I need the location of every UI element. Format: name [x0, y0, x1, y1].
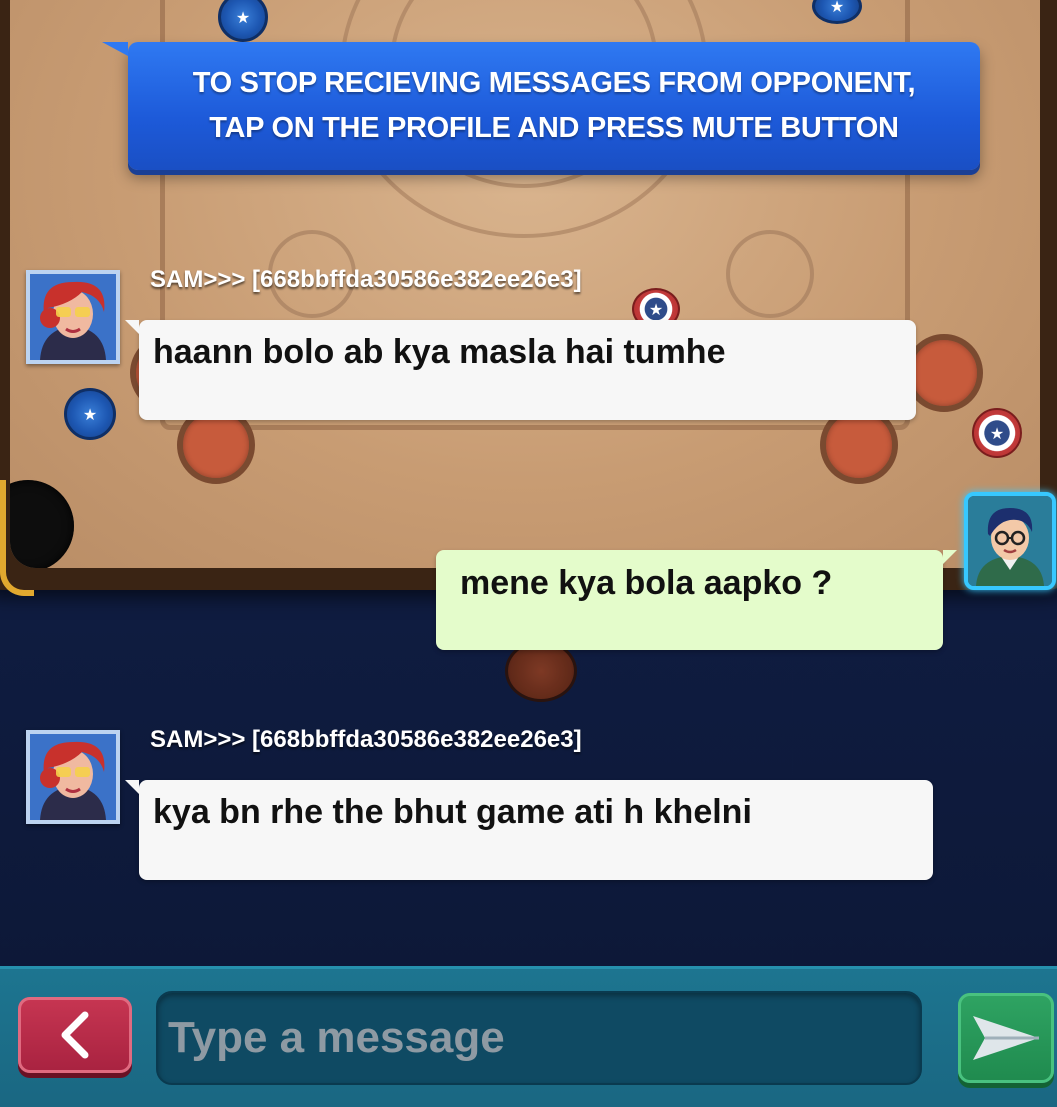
chat-composer-bar — [0, 966, 1057, 1107]
chevron-left-icon — [61, 1011, 89, 1059]
my-avatar[interactable] — [964, 492, 1056, 590]
sender-name: SAM>>> [668bbffda30586e382ee26e3] — [150, 266, 582, 293]
board-corner-trim — [0, 480, 34, 596]
red-coin: ★ — [972, 408, 1022, 458]
send-button[interactable] — [958, 993, 1054, 1083]
my-avatar-icon — [968, 496, 1052, 586]
message-text: kya bn rhe the bhut game ati h khelni — [153, 793, 752, 831]
baseline-arc — [726, 230, 814, 318]
my-message-bubble: mene kya bola aapko ? — [436, 550, 957, 650]
base-circle — [905, 334, 983, 412]
mute-tip-banner: TO STOP RECIEVING MESSAGES FROM OPPONENT… — [102, 42, 980, 170]
send-arrow-icon — [973, 1016, 1039, 1060]
opponent-avatar-icon — [30, 734, 116, 820]
tip-line-2: TAP ON THE PROFILE AND PRESS MUTE BUTTON — [209, 112, 899, 144]
tip-text: TO STOP RECIEVING MESSAGES FROM OPPONENT… — [193, 61, 916, 151]
blue-coin: ★ — [64, 388, 116, 440]
message-text: haann bolo ab kya masla hai tumhe — [153, 333, 726, 371]
message-text: mene kya bola aapko ? — [460, 564, 833, 602]
opponent-avatar[interactable] — [26, 730, 120, 824]
opponent-avatar[interactable] — [26, 270, 120, 364]
message-input[interactable] — [158, 993, 920, 1083]
opponent-avatar-icon — [30, 274, 116, 360]
tip-line-1: TO STOP RECIEVING MESSAGES FROM OPPONENT… — [192, 67, 916, 99]
opponent-message-bubble: haann bolo ab kya masla hai tumhe — [125, 320, 916, 420]
back-button[interactable] — [18, 997, 132, 1073]
sender-name: SAM>>> [668bbffda30586e382ee26e3] — [150, 726, 582, 753]
opponent-message-bubble: kya bn rhe the bhut game ati h khelni — [125, 780, 933, 880]
message-input-box[interactable] — [156, 991, 922, 1085]
